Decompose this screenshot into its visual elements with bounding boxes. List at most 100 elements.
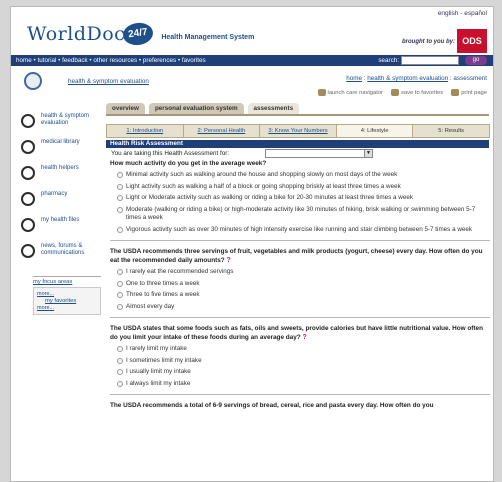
stethoscope-icon (21, 114, 35, 128)
tab-personal-evaluation[interactable]: personal evaluation system (148, 103, 244, 114)
breadcrumb-home[interactable]: home (346, 75, 362, 82)
radio-button[interactable] (117, 206, 123, 213)
answer-option[interactable]: I rarely eat the recommended servings (117, 268, 490, 277)
radio-button[interactable] (117, 303, 123, 310)
question-block: The USDA recommends three servings of fr… (110, 247, 490, 311)
chevron-down-icon[interactable]: ▼ (364, 150, 372, 157)
answer-option[interactable]: Minimal activity such as walking around … (117, 171, 490, 180)
search-input[interactable] (401, 56, 459, 65)
sidebar-item-label: my health files (41, 217, 80, 223)
question-divider (110, 394, 490, 395)
page-tools: launch care navigator save to favorites … (317, 89, 487, 96)
sponsor-logo[interactable]: ODS (457, 29, 487, 53)
lang-english-link[interactable]: english (438, 10, 459, 17)
radio-button[interactable] (117, 357, 123, 364)
sidebar-item-news-forums[interactable]: news, forums & communications (21, 243, 101, 269)
save-favorites-link[interactable]: save to favorites (390, 89, 443, 96)
page: english - español WorldDoc 24/7 Health M… (10, 6, 494, 482)
care-navigator-link[interactable]: launch care navigator (317, 89, 383, 96)
help-icon[interactable]: ? (226, 257, 230, 264)
tab-overview[interactable]: overview (106, 103, 145, 114)
questions-area: How much activity do you get in the aver… (110, 159, 490, 413)
sidebar-item-health-evaluation[interactable]: health & symptom evaluation (21, 113, 101, 139)
focus-more-link[interactable]: more... (37, 290, 97, 298)
favorites-more-link[interactable]: more... (37, 304, 97, 312)
step-personal-health[interactable]: 2: Personal Health Information (182, 124, 261, 146)
answer-option[interactable]: Moderate (walking or riding a bike) or h… (117, 206, 490, 223)
step-know-numbers[interactable]: 3: Know Your Numbers (259, 124, 337, 138)
nav-item-other-resources[interactable]: other resources (93, 57, 137, 64)
answer-option[interactable]: I always limit my intake (117, 380, 490, 389)
nav-item-home[interactable]: home (16, 57, 32, 64)
logo[interactable]: WorldDoc 24/7 Health Management System (27, 21, 254, 47)
answer-label: Three to five times a week (126, 291, 200, 298)
search-label: search: (378, 57, 399, 64)
nav-item-tutorial[interactable]: tutorial (37, 57, 56, 64)
answer-option[interactable]: Almost every day (117, 303, 490, 312)
radio-button[interactable] (117, 369, 123, 375)
sidebar-item-medical-library[interactable]: medical library (21, 139, 101, 165)
radio-button[interactable] (117, 183, 123, 190)
health-evaluation-icon (24, 72, 42, 90)
print-page-link[interactable]: print page (451, 89, 487, 96)
radio-button[interactable] (117, 269, 123, 275)
sidebar-item-health-files[interactable]: my health files (21, 217, 101, 243)
step-lifestyle: 4: Lifestyle (335, 124, 414, 138)
sidebar-item-pharmacy[interactable]: pharmacy (21, 191, 101, 217)
news-icon (21, 244, 35, 258)
answer-option[interactable]: I usually limit my intake (117, 368, 490, 377)
answer-option[interactable]: One to three times a week (117, 280, 490, 289)
logo-text: WorldDoc (27, 23, 126, 45)
answer-option[interactable]: Vigorous activity such as over 30 minute… (117, 226, 490, 235)
answer-label: I rarely limit my intake (126, 345, 187, 352)
radio-button[interactable] (117, 172, 123, 178)
lang-separator: - (460, 10, 463, 17)
answer-option[interactable]: Light or Moderate activity such as walki… (117, 194, 490, 203)
printer-icon (451, 89, 460, 96)
focus-areas-link[interactable]: my focus areas (33, 276, 101, 285)
taking-for-label: You are taking this Health Assessment fo… (111, 150, 230, 157)
taking-for-select[interactable]: ▼ (265, 149, 373, 158)
nav-item-favorites[interactable]: favorites (182, 57, 206, 64)
answer-option[interactable]: Three to five times a week (117, 291, 490, 300)
answer-label: I always limit my intake (126, 379, 191, 387)
language-switch: english - español (438, 10, 487, 17)
brought-to-you-by: brought to you by: (402, 39, 455, 45)
breadcrumb-evaluation[interactable]: health & symptom evaluation (367, 75, 448, 82)
radio-button[interactable] (117, 280, 123, 287)
answer-label: Light or Moderate activity such as walki… (126, 194, 413, 201)
nav-items: home • tutorial • feedback • other resou… (16, 57, 206, 64)
tab-divider (106, 114, 489, 116)
nav-item-feedback[interactable]: feedback (62, 57, 88, 64)
lang-spanish-link[interactable]: español (464, 10, 487, 17)
answer-option[interactable]: I rarely limit my intake (117, 345, 490, 354)
section-title[interactable]: health & symptom evaluation (68, 78, 149, 85)
nav-item-preferences[interactable]: preferences (143, 57, 176, 64)
radio-button[interactable] (117, 346, 123, 352)
sidebar-item-health-helpers[interactable]: health helpers (21, 165, 101, 191)
question-block: The USDA states that some foods such as … (110, 324, 490, 388)
answer-label: Light activity such as walking a half of… (126, 182, 401, 190)
sidebar-item-label: health helpers (41, 165, 79, 171)
tab-assessments[interactable]: assessments (247, 103, 300, 114)
answer-label: Almost every day (126, 302, 175, 310)
radio-button[interactable] (117, 380, 123, 387)
answer-label: Moderate (walking or riding a bike) or h… (126, 205, 476, 222)
logo-badge: 24/7 (121, 21, 155, 47)
sidebar-item-label: medical library (41, 139, 80, 145)
answer-option[interactable]: I sometimes limit my intake (117, 357, 490, 366)
search-go-button[interactable]: go (465, 56, 487, 65)
step-introduction[interactable]: 1: Introduction (106, 124, 184, 138)
sidebar-item-label: news, forums & communications (41, 243, 85, 256)
sidebar-item-label: pharmacy (41, 191, 68, 197)
section-tabs: overview personal evaluation system asse… (106, 103, 300, 114)
help-icon[interactable]: ? (302, 334, 306, 341)
pharmacy-icon (21, 192, 35, 206)
radio-button[interactable] (117, 226, 123, 233)
answer-option[interactable]: Light activity such as walking a half of… (117, 183, 490, 192)
radio-button[interactable] (117, 292, 123, 298)
top-navigation: home • tutorial • feedback • other resou… (11, 55, 493, 66)
question-block: The USDA recommends a total of 6-9 servi… (110, 401, 490, 410)
radio-button[interactable] (117, 195, 123, 201)
answer-label: One to three times a week (126, 279, 200, 287)
